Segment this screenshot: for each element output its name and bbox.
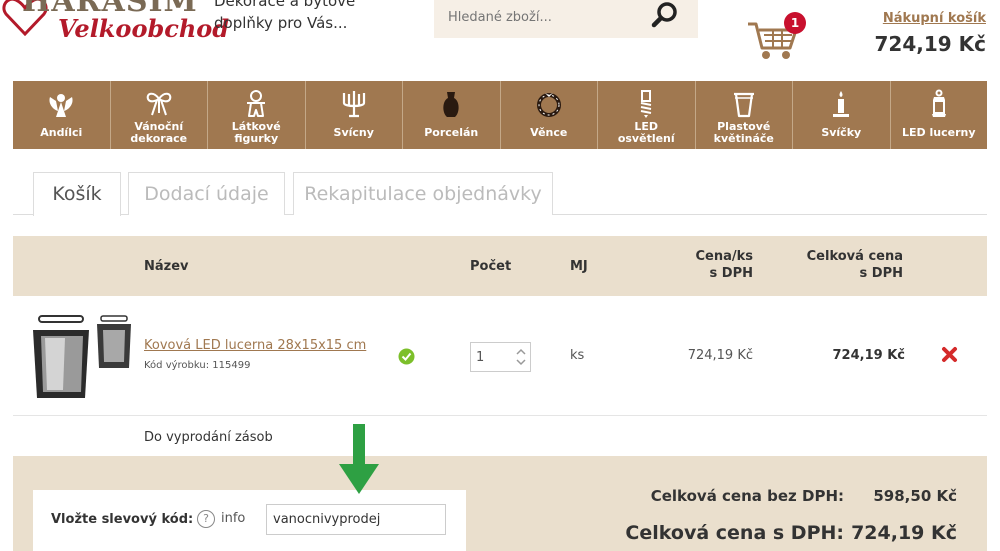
in-stock-check-icon — [398, 348, 415, 365]
logo[interactable]: HARASIM Velkoobchod — [0, 0, 229, 46]
quantity-stepper[interactable] — [470, 342, 531, 372]
info-link[interactable]: info — [221, 511, 245, 526]
table-row: Kovová LED lucerna 28x15x15 cm Kód výrob… — [13, 296, 987, 416]
site-header: HARASIM Velkoobchod Dekorace a bytové do… — [0, 0, 1000, 80]
search-input[interactable] — [448, 6, 648, 28]
category-svicny[interactable]: Svícny — [306, 81, 403, 149]
column-header-total-price: Celková cena s DPH — [806, 249, 903, 281]
remove-item-icon[interactable] — [941, 346, 958, 363]
checkout-tabs: Košík Dodací údaje Rekapitulace objednáv… — [13, 172, 987, 216]
category-andilci[interactable]: Andílci — [13, 81, 111, 149]
column-header-name: Název — [144, 259, 189, 274]
total-without-vat: 598,50 Kč — [873, 487, 957, 505]
cart-link[interactable]: Nákupní košík — [883, 11, 986, 26]
tab-kosik[interactable]: Košík — [33, 172, 121, 216]
category-label: Plastové květináče — [713, 120, 774, 145]
bow-icon — [146, 92, 172, 116]
column-header-unit: MJ — [570, 259, 588, 274]
tab-rekapitulace[interactable]: Rekapitulace objednávky — [293, 172, 553, 215]
column-header-unit-price: Cena/ks s DPH — [695, 249, 753, 281]
category-led-osvetleni[interactable]: LED osvětlení — [598, 81, 696, 149]
category-led-lucerny[interactable]: LED lucerny — [891, 81, 988, 149]
category-vanocni-dekorace[interactable]: Vánoční dekorace — [111, 81, 208, 149]
category-plastove-kvetinace[interactable]: Plastové květináče — [696, 81, 793, 149]
gingerbread-icon — [247, 90, 266, 117]
cart-total: 724,19 Kč — [874, 32, 987, 56]
product-image[interactable] — [25, 312, 135, 404]
category-label: Andílci — [40, 126, 83, 139]
flowerpot-icon — [733, 92, 754, 118]
coupon-panel: Vložte slevový kód: ? info — [33, 490, 466, 551]
order-summary: Vložte slevový kód: ? info Celková cena … — [13, 424, 987, 551]
column-header-qty: Počet — [470, 259, 512, 274]
quantity-input[interactable] — [476, 348, 514, 366]
lantern-icon — [931, 89, 946, 117]
vase-icon — [443, 92, 459, 117]
coupon-code-input[interactable] — [266, 504, 446, 535]
category-porcelan[interactable]: Porcelán — [403, 81, 501, 149]
angel-icon — [49, 94, 73, 117]
cart-table-header: Název Počet MJ Cena/ks s DPH Celková cen… — [13, 236, 987, 296]
info-icon[interactable]: ? — [197, 510, 215, 528]
total-with-vat-label: Celková cena s DPH: — [625, 522, 844, 544]
search-icon[interactable] — [650, 0, 680, 30]
product-unit-price: 724,19 Kč — [687, 348, 753, 363]
category-vence[interactable]: Věnce — [501, 81, 598, 149]
total-with-vat: 724,19 Kč — [851, 522, 957, 544]
tagline: Dekorace a bytové doplňky pro Vás... — [214, 0, 356, 32]
category-label: LED lucerny — [902, 126, 976, 139]
wreath-icon — [536, 93, 561, 117]
category-label: Vánoční dekorace — [130, 120, 188, 145]
total-without-vat-label: Celková cena bez DPH: — [650, 487, 844, 505]
product-code: Kód výrobku: 115499 — [144, 360, 251, 371]
product-unit: ks — [570, 348, 585, 363]
product-total-price: 724,19 Kč — [832, 348, 905, 363]
category-svicky[interactable]: Svíčky — [793, 81, 891, 149]
search-bar — [434, 0, 698, 38]
product-name-link[interactable]: Kovová LED lucerna 28x15x15 cm — [144, 338, 366, 353]
coupon-label: Vložte slevový kód: — [51, 512, 194, 527]
arrow-down-icon — [339, 424, 379, 494]
bulb-icon — [641, 90, 652, 118]
category-label: Svíčky — [821, 126, 862, 139]
tab-dodaci-udaje[interactable]: Dodací údaje — [128, 172, 285, 215]
category-label: Věnce — [530, 126, 568, 139]
category-label: LED osvětlení — [617, 120, 675, 145]
category-nav: Andílci Vánoční dekorace Látkové figurky… — [13, 81, 987, 149]
candelabra-icon — [342, 91, 365, 118]
category-label: Svícny — [333, 126, 374, 139]
category-label: Porcelán — [424, 126, 479, 139]
category-label: Látkové figurky — [231, 120, 281, 145]
category-latkove-figurky[interactable]: Látkové figurky — [208, 81, 306, 149]
candle-icon — [833, 91, 850, 117]
logo-subtitle: Velkoobchod — [58, 14, 230, 43]
cart-count-badge: 1 — [784, 12, 806, 34]
spinner-arrows-icon[interactable] — [514, 346, 528, 368]
stock-note: Do vyprodání zásob — [144, 430, 273, 445]
